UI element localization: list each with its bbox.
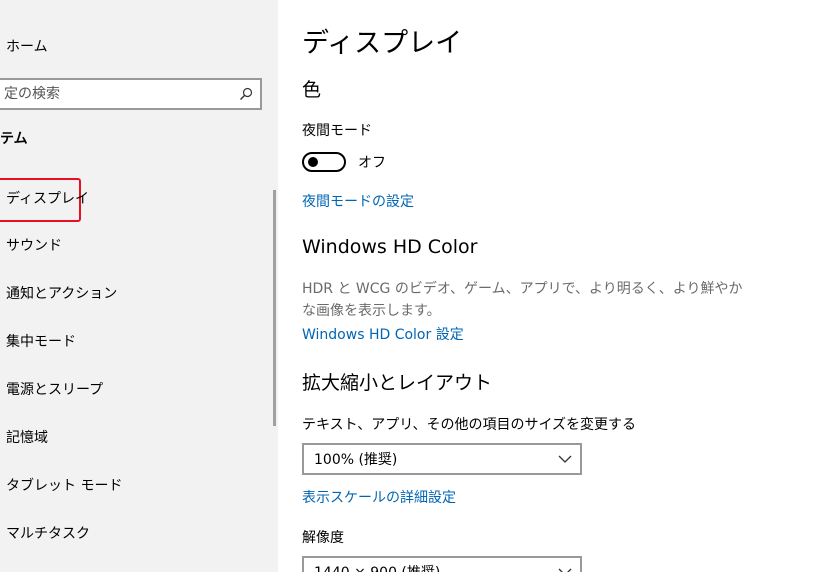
main-content: ディスプレイ 色 夜間モード オフ 夜間モードの設定 Windows HD Co… bbox=[302, 0, 830, 572]
search-icon[interactable] bbox=[232, 80, 260, 108]
sidebar-item-power-sleep[interactable]: 電源とスリープ bbox=[6, 378, 103, 402]
page-title: ディスプレイ bbox=[302, 28, 463, 59]
sidebar: ホーム テム ディスプレイ サウンド 通知とアクション 集中モード 電源とスリー… bbox=[0, 0, 278, 572]
sidebar-scrollbar[interactable] bbox=[273, 190, 276, 426]
toggle-knob bbox=[308, 157, 318, 167]
search-input[interactable] bbox=[0, 80, 232, 108]
night-mode-toggle-row: オフ bbox=[302, 151, 386, 173]
sidebar-item-notifications[interactable]: 通知とアクション bbox=[6, 282, 117, 306]
color-heading: 色 bbox=[302, 79, 322, 101]
sidebar-item-multitasking[interactable]: マルチタスク bbox=[6, 522, 90, 546]
toggle-state-label: オフ bbox=[358, 155, 386, 171]
chevron-down-icon bbox=[550, 445, 580, 473]
sidebar-item-sound[interactable]: サウンド bbox=[6, 234, 62, 258]
sidebar-home[interactable]: ホーム bbox=[6, 36, 48, 58]
text-size-label: テキスト、アプリ、その他の項目のサイズを変更する bbox=[302, 417, 637, 433]
hd-color-settings-link[interactable]: Windows HD Color 設定 bbox=[302, 325, 464, 345]
resolution-dropdown-value: 1440 × 900 (推奨) bbox=[314, 562, 550, 572]
night-mode-toggle[interactable] bbox=[302, 152, 346, 172]
advanced-scaling-link[interactable]: 表示スケールの詳細設定 bbox=[302, 488, 456, 508]
night-mode-settings-link[interactable]: 夜間モードの設定 bbox=[302, 192, 414, 212]
chevron-down-icon bbox=[550, 558, 580, 572]
sidebar-item-display[interactable]: ディスプレイ bbox=[6, 187, 89, 211]
scale-dropdown-value: 100% (推奨) bbox=[314, 452, 398, 468]
hd-color-description: HDR と WCG のビデオ、ゲーム、アプリで、より明るく、より鮮やかな画像を表… bbox=[302, 281, 743, 319]
sidebar-item-tablet-mode[interactable]: タブレット モード bbox=[6, 474, 122, 498]
scale-dropdown[interactable]: 100% (推奨) bbox=[302, 443, 582, 475]
settings-window: ホーム テム ディスプレイ サウンド 通知とアクション 集中モード 電源とスリー… bbox=[0, 0, 830, 572]
sidebar-item-focus-assist[interactable]: 集中モード bbox=[6, 330, 76, 354]
hd-color-heading: Windows HD Color bbox=[302, 236, 478, 258]
search-box[interactable] bbox=[0, 78, 262, 110]
resolution-label: 解像度 bbox=[302, 530, 344, 546]
scale-layout-heading: 拡大縮小とレイアウト bbox=[302, 372, 493, 394]
night-mode-label: 夜間モード bbox=[302, 123, 372, 139]
sidebar-item-storage[interactable]: 記憶域 bbox=[6, 426, 48, 450]
sidebar-section-heading: テム bbox=[0, 131, 28, 147]
resolution-dropdown[interactable]: 1440 × 900 (推奨) bbox=[302, 556, 582, 572]
